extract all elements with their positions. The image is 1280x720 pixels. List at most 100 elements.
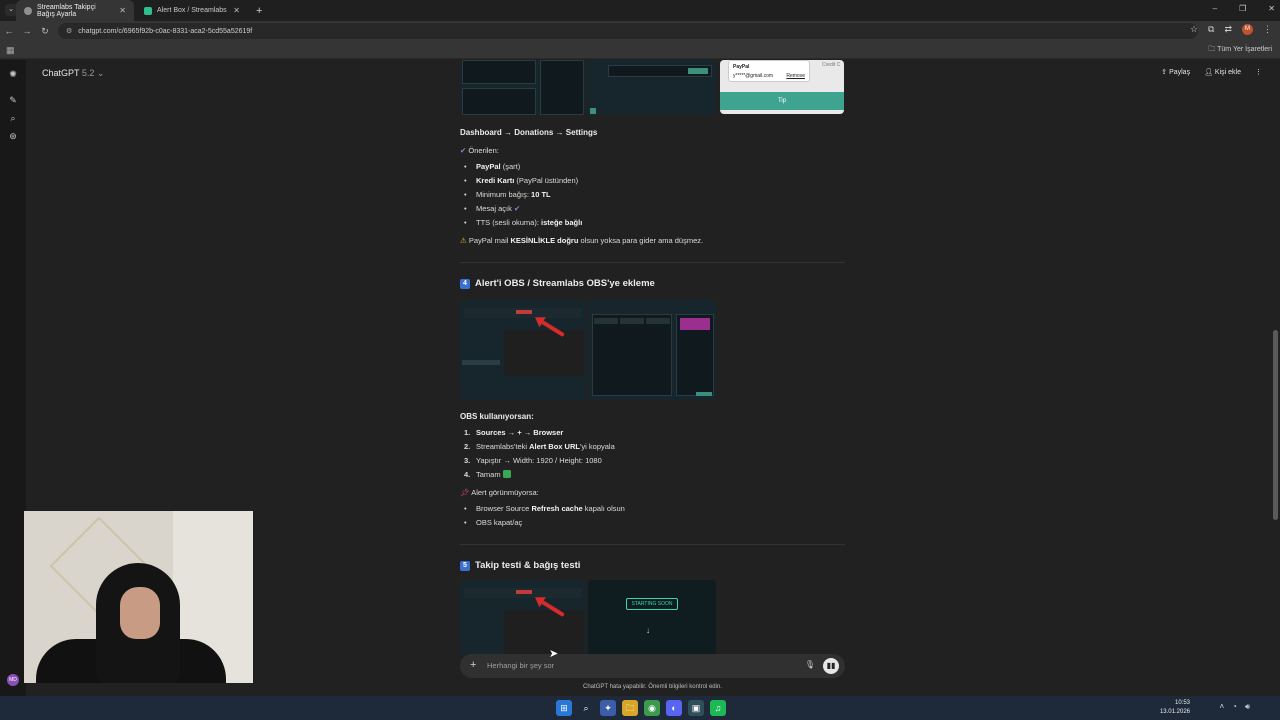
screenshot-paypal-tip[interactable]: PayPal y*****@gmail.com Remove Credit C … [720,60,844,114]
recommended-text: Önerilen: [468,146,499,155]
new-tab-icon[interactable]: + [256,5,262,17]
composer-placeholder: Herhangi bir şey sor [487,661,555,670]
close-tab-icon[interactable]: ✕ [233,6,240,15]
add-person-button[interactable]: 👤︎ Kişi ekle [1204,68,1241,76]
minimize-icon[interactable]: – [1213,4,1217,13]
address-bar[interactable]: ⚙ chatgpt.com/c/6965f92b-c0ac-8331-aca2-… [58,23,1198,39]
apps-grid-icon[interactable]: ▦ [6,45,15,56]
streamlabs-favicon-icon [144,6,152,15]
network-icon[interactable]: ◔ [1232,702,1237,712]
start-icon[interactable]: ⊞ [556,700,572,716]
screenshot-donations-dashboard[interactable] [460,60,586,115]
chevron-up-icon[interactable]: ˄ [1219,702,1224,712]
list-item: Minimum bağış: 10 TL [464,190,551,199]
chatgpt-favicon-icon [24,6,32,15]
bookmark-star-icon[interactable]: ☆ [1190,24,1198,35]
screenshot-starting-soon[interactable]: STARTING SOON ↓ [588,580,716,656]
list-item: 3. Yapıştır → Width: 1920 / Height: 1080 [464,456,602,465]
list-item: 1. Sources → + → Browser [464,428,564,437]
number-badge: 5 [460,560,470,571]
conversation-content: PayPal y*****@gmail.com Remove Credit C … [460,60,845,656]
url-text: chatgpt.com/c/6965f92b-c0ac-8331-aca2-5c… [78,27,253,35]
paypal-warning: ⚠ PayPal mail KESİNLİKLE doğru olsun yok… [460,236,704,245]
clock-time: 10:53 [1174,700,1190,706]
search-icon[interactable]: ⌕ [578,700,594,716]
starting-soon-overlay: STARTING SOON [626,598,678,610]
list-item: 2. Streamlabs'teki Alert Box URL'yi kopya… [464,442,615,451]
header-actions: ⇪ Paylaş 👤︎ Kişi ekle ⋮ [1161,68,1262,76]
share-button[interactable]: ⇪ Paylaş [1161,68,1190,76]
share-label: Paylaş [1169,69,1191,76]
maximize-icon[interactable]: ❐ [1239,4,1246,13]
pushpin-icon: 📌︎ [460,488,470,497]
voice-mode-button[interactable]: ▮▮ [823,658,839,674]
section-divider [460,544,845,545]
model-version: 5.2 [81,68,95,78]
close-window-icon[interactable]: ✕ [1268,4,1275,13]
system-clock[interactable]: 10:53 13.01.2026 [1140,699,1190,717]
checkmark-icon: ✔ [513,204,521,213]
paypal-label: PayPal [733,64,750,70]
reload-icon[interactable]: ↻ [36,26,54,37]
check-mark-button-icon [502,470,511,478]
site-info-icon[interactable]: ⚙ [66,27,72,35]
screenshot-donation-settings[interactable] [588,60,716,115]
new-chat-icon[interactable]: ✎ [7,94,19,106]
discord-icon[interactable]: ◐ [666,700,682,716]
alert-not-visible-label: 📌︎ Alert görünmüyorsa: [460,488,539,497]
paypal-email: y*****@gmail.com [733,73,774,79]
add-attachment-icon[interactable]: + [470,659,476,671]
clock-date: 13.01.2026 [1159,709,1190,715]
list-item: Mesaj açık ✔ [464,204,521,213]
section-title: Alert'i OBS / Streamlabs OBS'ye ekleme [475,278,655,289]
screenshot-obs-sources[interactable] [460,300,586,400]
extensions-icon[interactable]: ⧉ [1208,24,1214,35]
more-options-icon[interactable]: ⋮ [1255,68,1262,76]
screenshot-test-follow[interactable] [460,580,586,656]
user-avatar[interactable]: MD [7,674,19,686]
translate-icon[interactable]: ⇄ [1224,24,1232,35]
gpts-icon[interactable]: ⊛ [7,130,19,142]
page-scrollbar[interactable] [1273,330,1278,520]
add-person-label: Kişi ekle [1214,69,1241,76]
credit-card-tab[interactable]: Credit C [822,62,840,68]
list-item: OBS kapat/aç [464,518,522,527]
screenshot-streamlabs-obs[interactable] [588,300,716,400]
message-composer[interactable]: + Herhangi bir şey sor 🎙︎ ▮▮ [460,654,845,678]
model-name: ChatGPT [42,68,80,78]
tip-button[interactable]: Tip [720,92,844,110]
all-bookmarks-link[interactable]: 🗀 Tüm Yer İşaretleri [1208,45,1272,56]
list-item: Kredi Kartı (PayPal üstünden) [464,176,578,185]
chrome-icon[interactable]: ◉ [644,700,660,716]
remove-link[interactable]: Remove [786,73,805,79]
section-heading-obs: 4 Alert'i OBS / Streamlabs OBS'ye ekleme [460,278,655,289]
search-chats-icon[interactable]: ⌕ [7,112,19,124]
windows-taskbar: ⊞ ⌕ ✦ 🗀 ◉ ◐ ▣ ♫ ˄ ◔ 🔊︎ 10:53 13.01.2026 [0,696,1280,720]
close-tab-icon[interactable]: ✕ [119,6,126,15]
donations-settings-path: Dashboard → Donations → Settings [460,128,598,137]
chatgpt-sidebar-rail: ✺ ✎ ⌕ ⊛ MD [0,60,26,696]
profile-avatar[interactable]: M [1242,24,1253,35]
browser-tab-active[interactable]: Streamlabs Takipçi Bağış Ayarla ✕ [16,0,134,21]
obs-subtitle: OBS kullanıyorsan: [460,412,534,421]
browser-tab-streamlabs[interactable]: Alert Box / Streamlabs ✕ [136,0,248,21]
browser-toolbar: ← → ↻ ⚙ chatgpt.com/c/6965f92b-c0ac-8331… [0,21,1280,41]
file-explorer-icon[interactable]: 🗀 [622,700,638,716]
scroll-down-icon[interactable]: ↓ [646,626,650,635]
list-item: TTS (sesli okuma): isteğe bağlı [464,218,582,227]
forward-icon[interactable]: → [18,26,36,36]
chevron-down-icon: ⌄ [96,68,105,78]
microphone-icon[interactable]: 🎙︎ [805,660,815,669]
list-item: PayPal (şart) [464,162,520,171]
openai-logo-icon[interactable]: ✺ [7,68,19,80]
recommended-label: ✔ Önerilen: [460,146,499,155]
back-icon[interactable]: ← [0,26,18,36]
browser-menu-icon[interactable]: ⋮ [1263,24,1272,35]
copilot-icon[interactable]: ✦ [600,700,616,716]
streamlabs-icon[interactable]: ▣ [688,700,704,716]
paypal-card: PayPal y*****@gmail.com Remove [728,60,810,82]
model-selector[interactable]: ChatGPT 5.2 ⌄ [42,68,104,79]
taskbar-apps: ⊞ ⌕ ✦ 🗀 ◉ ◐ ▣ ♫ [556,700,726,716]
spotify-icon[interactable]: ♫ [710,700,726,716]
volume-icon[interactable]: 🔊︎ [1245,702,1250,712]
